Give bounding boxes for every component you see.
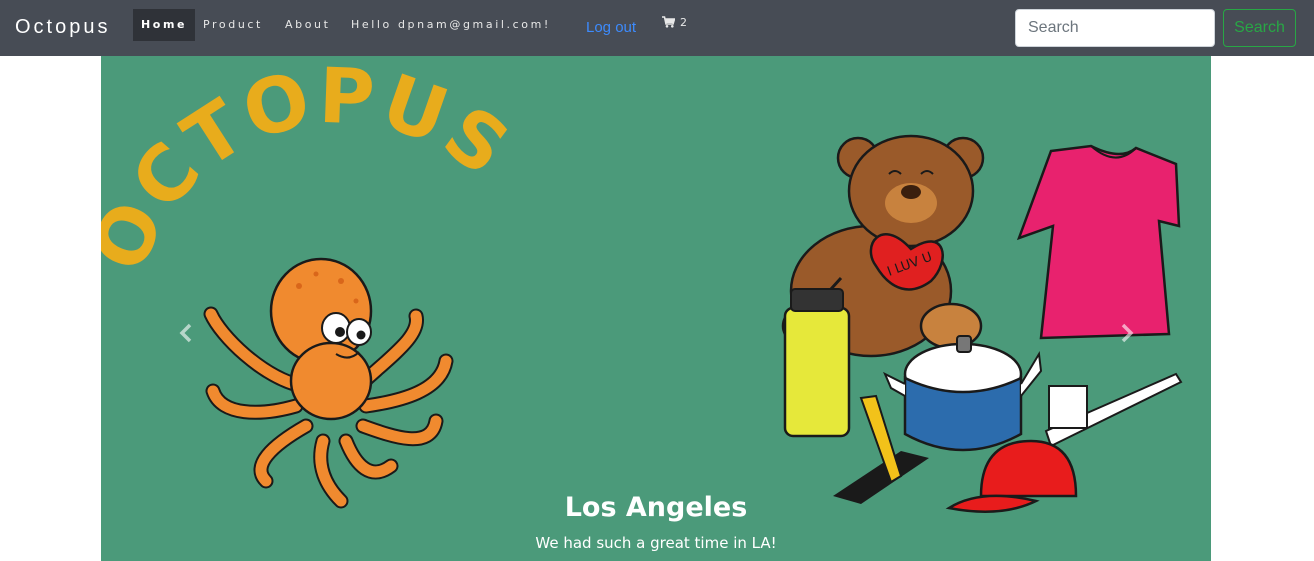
user-greeting: Hello dpnam@gmail.com! xyxy=(351,18,551,31)
tshirt-illustration xyxy=(1016,144,1181,340)
cart-link[interactable]: 2 xyxy=(662,16,687,29)
navbar: Octopus Home Product About Hello dpnam@g… xyxy=(0,0,1314,56)
octopus-illustration xyxy=(203,257,454,509)
shopping-cart-icon xyxy=(662,16,676,28)
logout-link[interactable]: Log out xyxy=(586,19,636,36)
cart-count: 2 xyxy=(680,16,687,29)
toothbrush-illustration xyxy=(1044,372,1183,448)
octopus-logo-text: OCTOPUS xyxy=(101,56,527,283)
cooking-pot-illustration xyxy=(883,335,1043,452)
nav-product[interactable]: Product xyxy=(195,9,271,41)
water-bottle-illustration xyxy=(783,276,851,438)
search-input[interactable] xyxy=(1015,9,1215,47)
brand-logo[interactable]: Octopus xyxy=(15,16,110,39)
carousel-caption-title: Los Angeles xyxy=(564,492,748,523)
carousel-slide-image: OCTOPUS xyxy=(101,56,1183,513)
chevron-right-icon[interactable] xyxy=(1112,318,1142,348)
search-button[interactable]: Search xyxy=(1223,9,1296,47)
carousel-caption-text: We had such a great time in LA! xyxy=(535,534,777,552)
nav-about[interactable]: About xyxy=(277,9,339,41)
nav-home[interactable]: Home xyxy=(133,9,196,41)
carousel: OCTOPUS xyxy=(101,56,1211,561)
chevron-left-icon[interactable] xyxy=(171,318,201,348)
